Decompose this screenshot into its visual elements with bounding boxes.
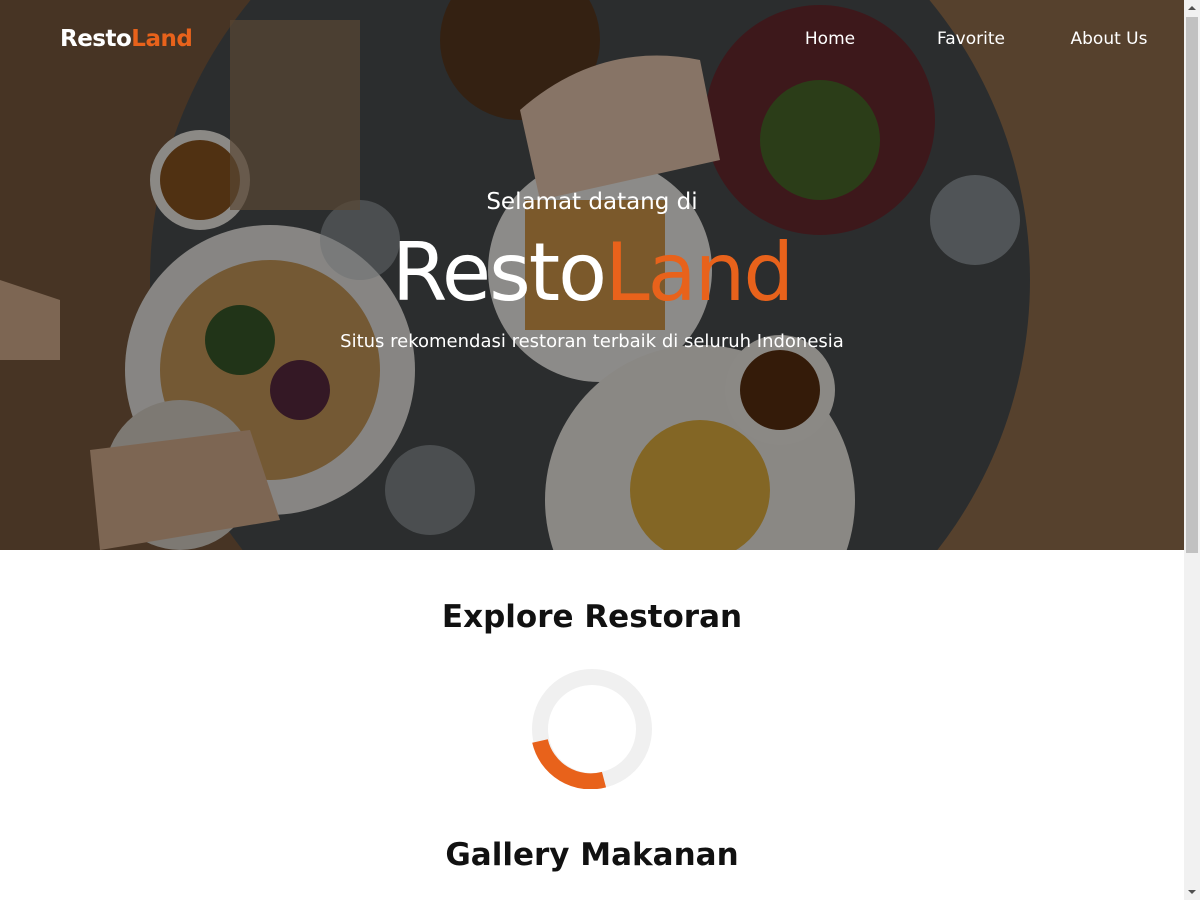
vertical-scrollbar[interactable]	[1184, 0, 1200, 900]
scroll-up-arrow-icon[interactable]	[1184, 0, 1200, 16]
hero-welcome-text: Selamat datang di	[486, 189, 698, 215]
hero-title-resto: Resto	[391, 226, 607, 319]
scrollbar-thumb[interactable]	[1186, 17, 1198, 553]
page: RestoLand Home Favorite About Us Selamat…	[0, 0, 1184, 900]
spinner-icon	[532, 669, 652, 789]
gallery-makanan-heading: Gallery Makanan	[445, 837, 739, 873]
hero-tagline: Situs rekomendasi restoran terbaik di se…	[340, 331, 844, 352]
hero-content: Selamat datang di RestoLand Situs rekome…	[0, 0, 1184, 550]
scroll-down-arrow-icon[interactable]	[1184, 884, 1200, 900]
hero-title: RestoLand	[0, 227, 1184, 319]
hero-title-land: Land	[605, 226, 794, 319]
explore-restoran-heading: Explore Restoran	[441, 599, 743, 635]
hero-section: RestoLand Home Favorite About Us Selamat…	[0, 0, 1184, 550]
